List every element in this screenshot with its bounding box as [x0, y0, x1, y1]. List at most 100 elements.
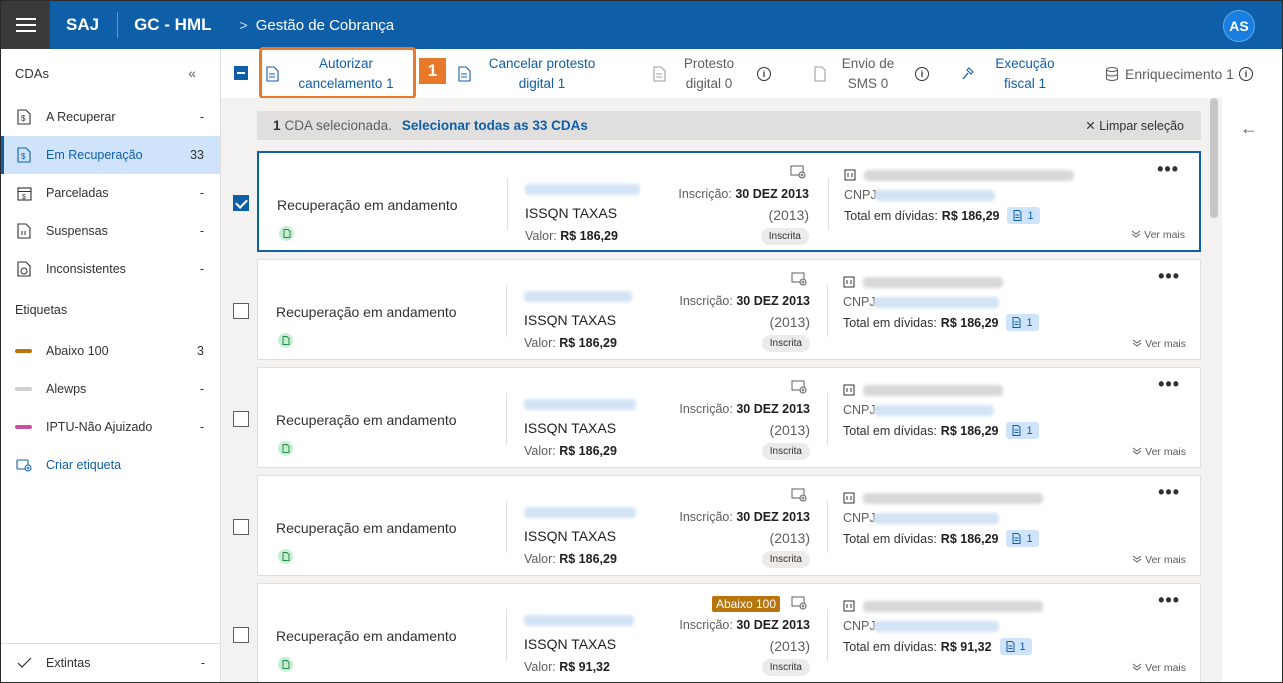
sidebar-item-parceladas[interactable]: $ Parceladas - — [1, 174, 220, 212]
status-badge: Inscrita — [761, 443, 810, 460]
row-checkbox[interactable] — [233, 195, 249, 211]
send-sms-button[interactable]: Envio de SMS 0 i — [813, 49, 929, 98]
brand-logo[interactable]: SAJ — [50, 1, 117, 49]
debt-count-badge[interactable]: 1 — [1007, 207, 1040, 224]
digital-protest-button[interactable]: Protesto digital 0 i — [653, 49, 771, 98]
tags-section-title: Etiquetas — [15, 303, 68, 317]
cancel-digital-protest-button[interactable]: Cancelar protesto digital 1 — [458, 49, 606, 98]
card-value-amount: R$ 186,29 — [560, 229, 618, 243]
more-options-icon[interactable]: ••• — [1158, 590, 1180, 611]
button-label-line1: Envio de — [841, 55, 895, 71]
more-options-icon[interactable]: ••• — [1158, 482, 1180, 503]
add-document-icon[interactable] — [791, 488, 807, 502]
see-more-link[interactable]: Ver mais — [1132, 554, 1186, 566]
money-document-icon: $ — [15, 108, 33, 126]
info-icon[interactable]: i — [757, 66, 771, 81]
add-document-icon[interactable] — [790, 165, 806, 179]
add-document-icon[interactable] — [791, 272, 807, 286]
sidebar-item-count: - — [200, 656, 205, 670]
scrollbar-thumb[interactable] — [1210, 98, 1218, 218]
cda-card[interactable]: Recuperação em andamento ISSQN TAXAS Val… — [257, 475, 1201, 576]
authorize-cancellation-button[interactable]: Autorizar cancelamento 1 — [266, 49, 406, 98]
sidebar-bottom: Extintas - — [1, 643, 221, 683]
double-chevron-down-icon — [1131, 230, 1141, 238]
see-more-link[interactable]: Ver mais — [1131, 229, 1185, 241]
sidebar-item-inconsistentes[interactable]: Inconsistentes - — [1, 250, 220, 288]
card-total-amount: R$ 186,29 — [940, 423, 999, 438]
row-checkbox[interactable] — [233, 303, 249, 319]
avatar[interactable]: AS — [1223, 10, 1255, 42]
breadcrumb[interactable]: Gestão de Cobrança — [256, 17, 394, 34]
add-document-icon[interactable] — [791, 596, 807, 610]
redacted-cnpj — [874, 513, 999, 524]
card-value-amount: R$ 91,32 — [559, 660, 610, 674]
info-icon[interactable]: i — [915, 66, 929, 81]
cda-card[interactable]: Recuperação em andamento ISSQN TAXAS Val… — [257, 367, 1201, 468]
more-options-icon[interactable]: ••• — [1157, 159, 1179, 180]
card-inscription-date: 30 DEZ 2013 — [736, 402, 810, 416]
hamburger-menu-icon[interactable] — [1, 1, 50, 49]
add-document-icon[interactable] — [791, 380, 807, 394]
card-value-amount: R$ 186,29 — [559, 336, 617, 350]
cda-card[interactable]: Recuperação em andamento ISSQN TAXAS Val… — [257, 583, 1201, 683]
debt-count-badge[interactable]: 1 — [1006, 530, 1039, 547]
sidebar-item-count: - — [199, 262, 204, 276]
select-all-checkbox[interactable] — [234, 66, 248, 80]
tag-color-swatch — [15, 387, 32, 391]
card-tag-chip[interactable]: Abaixo 100 — [711, 596, 780, 612]
back-arrow-icon[interactable]: ← — [1240, 118, 1258, 139]
status-document-icon — [278, 549, 293, 564]
tax-execution-button[interactable]: Execução fiscal 1 — [961, 49, 1069, 98]
more-options-icon[interactable]: ••• — [1158, 374, 1180, 395]
double-chevron-down-icon — [1132, 447, 1142, 455]
select-all-link[interactable]: Selecionar todas as 33 CDAs — [402, 118, 588, 133]
gavel-icon — [962, 66, 974, 79]
redacted-taxpayer-name — [863, 601, 1043, 612]
card-status: Recuperação em andamento — [276, 628, 457, 644]
building-icon — [844, 169, 856, 181]
more-options-icon[interactable]: ••• — [1158, 266, 1180, 287]
see-more-link[interactable]: Ver mais — [1132, 662, 1186, 674]
sidebar-item-a-recuperar[interactable]: $ A Recuperar - — [1, 98, 220, 136]
tag-item-abaixo-100[interactable]: Abaixo 100 3 — [1, 332, 220, 370]
sidebar-item-label: Parceladas — [46, 186, 109, 200]
cda-card[interactable]: Recuperação em andamento ISSQN TAXAS Val… — [257, 259, 1201, 360]
sidebar-item-label: Em Recuperação — [46, 148, 143, 162]
svg-text:$: $ — [21, 114, 26, 123]
row-checkbox[interactable] — [233, 627, 249, 643]
enrichment-button[interactable]: Enriquecimento 1 i — [1105, 49, 1253, 98]
debt-count-badge[interactable]: 1 — [999, 638, 1032, 655]
debt-count-badge[interactable]: 1 — [1006, 422, 1039, 439]
collapse-icon[interactable]: « — [188, 65, 196, 81]
row-checkbox[interactable] — [233, 519, 249, 535]
app-name[interactable]: GC - HML — [118, 15, 239, 35]
sidebar-item-label: A Recuperar — [46, 110, 116, 124]
clear-selection-button[interactable]: ✕ Limpar seleção — [1085, 118, 1184, 133]
document-icon — [1012, 533, 1021, 544]
see-more-link[interactable]: Ver mais — [1132, 446, 1186, 458]
row-checkbox[interactable] — [233, 411, 249, 427]
create-tag-link[interactable]: Criar etiqueta — [1, 446, 220, 484]
card-divider — [827, 393, 828, 445]
tag-count: 3 — [197, 344, 204, 358]
selection-bar: 1 CDA selecionada. Selecionar todas as 3… — [257, 111, 1201, 140]
status-badge: Inscrita — [761, 335, 810, 352]
tag-item-iptu-nao-ajuizado[interactable]: IPTU-Não Ajuizado - — [1, 408, 220, 446]
card-inscription-date: 30 DEZ 2013 — [735, 187, 809, 201]
info-icon[interactable]: i — [1238, 66, 1253, 81]
sidebar-title: CDAs — [15, 66, 49, 81]
sidebar-item-suspensas[interactable]: Suspensas - — [1, 212, 220, 250]
debt-count: 1 — [1019, 640, 1026, 653]
button-label-line2: digital 1 — [518, 75, 566, 91]
debt-count-badge[interactable]: 1 — [1006, 314, 1039, 331]
see-more-link[interactable]: Ver mais — [1132, 338, 1186, 350]
tag-item-alewps[interactable]: Alewps - — [1, 370, 220, 408]
sidebar-item-em-recuperacao[interactable]: $ Em Recuperação 33 — [1, 136, 220, 174]
card-total-label: Total em dívidas: — [843, 639, 937, 654]
button-label-line1: Execução — [995, 55, 1055, 71]
card-divider — [506, 501, 507, 553]
sidebar-item-label: Inconsistentes — [46, 262, 126, 276]
cda-card[interactable]: Recuperação em andamento ISSQN TAXAS Val… — [257, 151, 1201, 252]
sidebar-item-extintas[interactable]: Extintas - — [1, 644, 221, 682]
card-year: (2013) — [769, 638, 810, 654]
